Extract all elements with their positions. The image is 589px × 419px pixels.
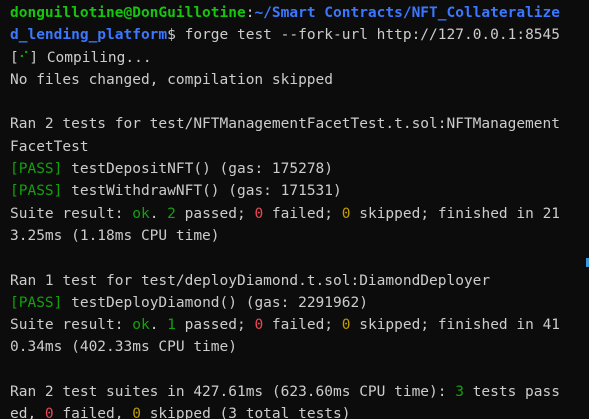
result-sep: . bbox=[149, 317, 168, 334]
suite1-test-1: [PASS] testDepositNFT() (gas: 175278) bbox=[10, 158, 589, 180]
suite2-result-2: 0.34ms (402.33ms CPU time) bbox=[10, 339, 237, 356]
skipped-label: skipped; finished in 21 bbox=[350, 205, 561, 222]
summary-line-1: Ran 2 test suites in 427.61ms (623.60ms … bbox=[10, 381, 589, 403]
result-sep: . bbox=[149, 205, 168, 222]
summary-skipped-count: 0 bbox=[132, 406, 141, 419]
result-prefix: Suite result: bbox=[10, 205, 133, 222]
suite2-result-1: Suite result: ok. 1 passed; 0 failed; 0 … bbox=[10, 314, 589, 336]
summary-line-2: ed, 0 failed, 0 skipped (3 total tests) bbox=[10, 403, 589, 419]
passed-count: 1 bbox=[167, 317, 176, 334]
suite1-header-2: FacetTest bbox=[10, 138, 89, 155]
failed-count: 0 bbox=[254, 205, 264, 222]
prompt-command: forge test --fork-url http://127.0.0.1:8… bbox=[184, 27, 560, 44]
compile-line: [⠊] Compiling... bbox=[10, 47, 589, 69]
compile-bracket-open: [ bbox=[10, 49, 19, 66]
suite1-test-2: [PASS] testWithdrawNFT() (gas: 171531) bbox=[10, 180, 589, 202]
summary-continuation: ed, bbox=[10, 406, 45, 419]
spinner-icon: ⠊ bbox=[18, 49, 30, 66]
skipped-count: 0 bbox=[341, 317, 351, 334]
prompt-path-part1: ~/Smart Contracts/NFT_Collateralize bbox=[254, 5, 560, 21]
prompt-symbol: $ bbox=[167, 27, 185, 44]
ok-status: ok bbox=[132, 317, 150, 334]
prompt-line-1: donguillotine@DonGuillotine:~/Smart Cont… bbox=[10, 2, 589, 24]
compile-status: No files changed, compilation skipped bbox=[10, 71, 334, 88]
suite2-header-1: Ran 1 test for test/deployDiamond.t.sol:… bbox=[10, 272, 491, 289]
prompt-user-host: donguillotine@DonGuillotine bbox=[10, 5, 246, 21]
failed-label: failed; bbox=[263, 317, 342, 334]
summary-passed-label: tests pass bbox=[463, 384, 560, 401]
compile-label: ] Compiling... bbox=[29, 49, 152, 66]
failed-count: 0 bbox=[254, 317, 264, 334]
passed-label: passed; bbox=[175, 205, 255, 222]
passed-count: 2 bbox=[167, 205, 176, 222]
prompt-path-part2: d_lending_platform bbox=[10, 27, 168, 44]
summary-prefix: Ran 2 test suites in 427.61ms (623.60ms … bbox=[10, 384, 456, 401]
test-text: testWithdrawNFT() (gas: 171531) bbox=[62, 183, 342, 200]
summary-failed-label: failed, bbox=[53, 406, 133, 419]
pass-tag: [PASS] bbox=[10, 294, 63, 311]
summary-passed-count: 3 bbox=[455, 384, 464, 401]
ok-status: ok bbox=[132, 205, 150, 222]
skipped-label: skipped; finished in 41 bbox=[350, 317, 561, 334]
summary-skipped-label: skipped (3 total tests) bbox=[140, 406, 351, 419]
test-text: testDepositNFT() (gas: 175278) bbox=[62, 161, 334, 178]
suite1-result-2: 3.25ms (1.18ms CPU time) bbox=[10, 227, 220, 244]
summary-failed-count: 0 bbox=[44, 406, 54, 419]
suite1-header-1: Ran 2 tests for test/NFTManagementFacetT… bbox=[10, 116, 560, 133]
pass-tag: [PASS] bbox=[10, 161, 63, 178]
pass-tag: [PASS] bbox=[10, 183, 63, 200]
prompt-line-2: d_lending_platform$ forge test --fork-ur… bbox=[10, 24, 589, 46]
result-prefix: Suite result: bbox=[10, 317, 133, 334]
failed-label: failed; bbox=[263, 205, 342, 222]
test-text: testDeployDiamond() (gas: 2291962) bbox=[62, 294, 368, 311]
suite1-result-1: Suite result: ok. 2 passed; 0 failed; 0 … bbox=[10, 203, 589, 225]
suite2-test-1: [PASS] testDeployDiamond() (gas: 2291962… bbox=[10, 292, 589, 314]
passed-label: passed; bbox=[175, 317, 255, 334]
skipped-count: 0 bbox=[341, 205, 351, 222]
terminal-window[interactable]: donguillotine@DonGuillotine:~/Smart Cont… bbox=[0, 0, 589, 419]
